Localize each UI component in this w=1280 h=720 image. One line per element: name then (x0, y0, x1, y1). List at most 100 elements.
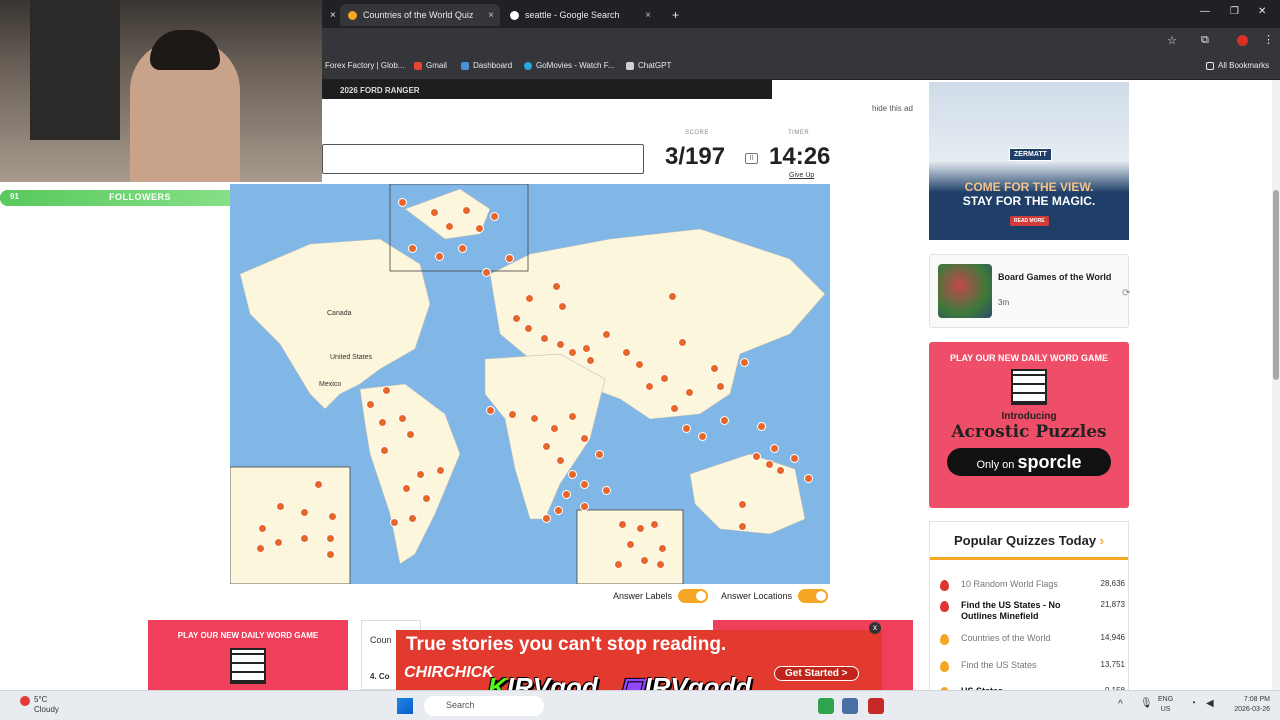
country-pin[interactable] (765, 460, 774, 469)
pause-icon[interactable]: II (745, 153, 758, 164)
country-pin[interactable] (482, 268, 491, 277)
country-pin[interactable] (580, 434, 589, 443)
country-pin[interactable] (580, 480, 589, 489)
windows-start-icon[interactable] (397, 698, 413, 714)
country-pin[interactable] (542, 442, 551, 451)
country-pin[interactable] (525, 294, 534, 303)
minimize-icon[interactable]: — (1200, 6, 1210, 17)
country-pin[interactable] (398, 198, 407, 207)
country-pin[interactable] (408, 514, 417, 523)
country-pin[interactable] (505, 254, 514, 263)
country-pin[interactable] (645, 382, 654, 391)
country-pin[interactable] (658, 544, 667, 553)
country-pin[interactable] (622, 348, 631, 357)
bookmark-gmail[interactable]: Gmail (414, 61, 447, 70)
country-pin[interactable] (540, 334, 549, 343)
maximize-icon[interactable]: ❐ (1230, 6, 1239, 17)
extensions-icon[interactable]: ⧉ (1201, 34, 1209, 47)
star-icon[interactable]: ☆ (1167, 34, 1177, 47)
country-pin[interactable] (770, 444, 779, 453)
country-pin[interactable] (626, 540, 635, 549)
menu-icon[interactable]: ⋮ (1263, 33, 1274, 46)
country-pin[interactable] (512, 314, 521, 323)
app-icon[interactable] (818, 698, 834, 714)
all-bookmarks[interactable]: All Bookmarks (1206, 61, 1269, 70)
language-indicator[interactable]: ENG US (1158, 695, 1173, 715)
country-pin[interactable] (258, 524, 267, 533)
hide-ad-link[interactable]: hide this ad (872, 104, 913, 113)
bookmark-forex[interactable]: Forex Factory | Glob... (325, 61, 404, 70)
close-icon[interactable]: × (488, 10, 494, 21)
country-pin[interactable] (445, 222, 454, 231)
ad-cta-button[interactable]: Get Started > (774, 666, 859, 681)
country-pin[interactable] (556, 456, 565, 465)
country-pin[interactable] (462, 206, 471, 215)
bookmark-dashboard[interactable]: Dashboard (461, 61, 512, 70)
world-map[interactable]: Canada United States Mexico (230, 184, 830, 584)
country-pin[interactable] (406, 430, 415, 439)
answer-input[interactable] (322, 144, 644, 174)
country-pin[interactable] (378, 418, 387, 427)
country-pin[interactable] (274, 538, 283, 547)
toggle-switch[interactable] (798, 589, 829, 603)
close-icon[interactable]: × (645, 10, 651, 21)
new-tab-button[interactable]: + (664, 4, 687, 26)
bookmark-chatgpt[interactable]: ChatGPT (626, 61, 671, 70)
tab-quiz[interactable]: Countries of the World Quiz × (340, 4, 500, 26)
country-pin[interactable] (550, 424, 559, 433)
country-pin[interactable] (614, 560, 623, 569)
page-scrollbar[interactable] (1272, 80, 1280, 690)
toggle-switch[interactable] (678, 589, 709, 603)
country-pin[interactable] (738, 522, 747, 531)
refresh-icon[interactable]: ⟳ (1122, 288, 1130, 299)
window-close-icon[interactable]: ✕ (1258, 6, 1266, 17)
only-on-sporcle-button[interactable]: Only on sporcle (947, 448, 1111, 476)
ad-close-icon[interactable]: x (869, 622, 881, 634)
country-pin[interactable] (256, 544, 265, 553)
country-pin[interactable] (300, 508, 309, 517)
country-pin[interactable] (490, 212, 499, 221)
taskbar-search[interactable]: Search (424, 696, 544, 716)
chevron-up-icon[interactable]: ^ (1118, 699, 1123, 710)
country-pin[interactable] (475, 224, 484, 233)
word-game-promo[interactable]: PLAY OUR NEW DAILY WORD GAME (148, 620, 348, 690)
country-pin[interactable] (716, 382, 725, 391)
country-pin[interactable] (380, 446, 389, 455)
country-pin[interactable] (602, 330, 611, 339)
profile-avatar[interactable] (1237, 35, 1248, 46)
country-pin[interactable] (390, 518, 399, 527)
country-pin[interactable] (524, 324, 533, 333)
country-pin[interactable] (776, 466, 785, 475)
country-pin[interactable] (382, 386, 391, 395)
country-pin[interactable] (300, 534, 309, 543)
country-pin[interactable] (618, 520, 627, 529)
country-pin[interactable] (552, 282, 561, 291)
country-pin[interactable] (458, 244, 467, 253)
read-more-button[interactable]: READ MORE (1010, 216, 1049, 226)
country-pin[interactable] (710, 364, 719, 373)
tab-google[interactable]: seattle - Google Search × (502, 4, 657, 26)
app-icon[interactable] (868, 698, 884, 714)
country-pin[interactable] (635, 360, 644, 369)
country-pin[interactable] (276, 502, 285, 511)
country-pin[interactable] (586, 356, 595, 365)
country-pin[interactable] (408, 244, 417, 253)
top-ad-banner[interactable]: 2026 FORD RANGER (322, 80, 772, 99)
app-icon[interactable] (842, 698, 858, 714)
acrostic-promo[interactable]: PLAY OUR NEW DAILY WORD GAME Introducing… (929, 342, 1129, 508)
country-pin[interactable] (436, 466, 445, 475)
country-pin[interactable] (740, 358, 749, 367)
country-pin[interactable] (650, 520, 659, 529)
country-pin[interactable] (422, 494, 431, 503)
country-pin[interactable] (757, 422, 766, 431)
country-pin[interactable] (602, 486, 611, 495)
country-pin[interactable] (738, 500, 747, 509)
country-pin[interactable] (640, 556, 649, 565)
country-pin[interactable] (568, 348, 577, 357)
clock[interactable]: 7:08 PM 2026-03-26 (1218, 695, 1270, 715)
country-pin[interactable] (668, 292, 677, 301)
country-pin[interactable] (656, 560, 665, 569)
country-pin[interactable] (752, 452, 761, 461)
country-pin[interactable] (530, 414, 539, 423)
country-pin[interactable] (430, 208, 439, 217)
